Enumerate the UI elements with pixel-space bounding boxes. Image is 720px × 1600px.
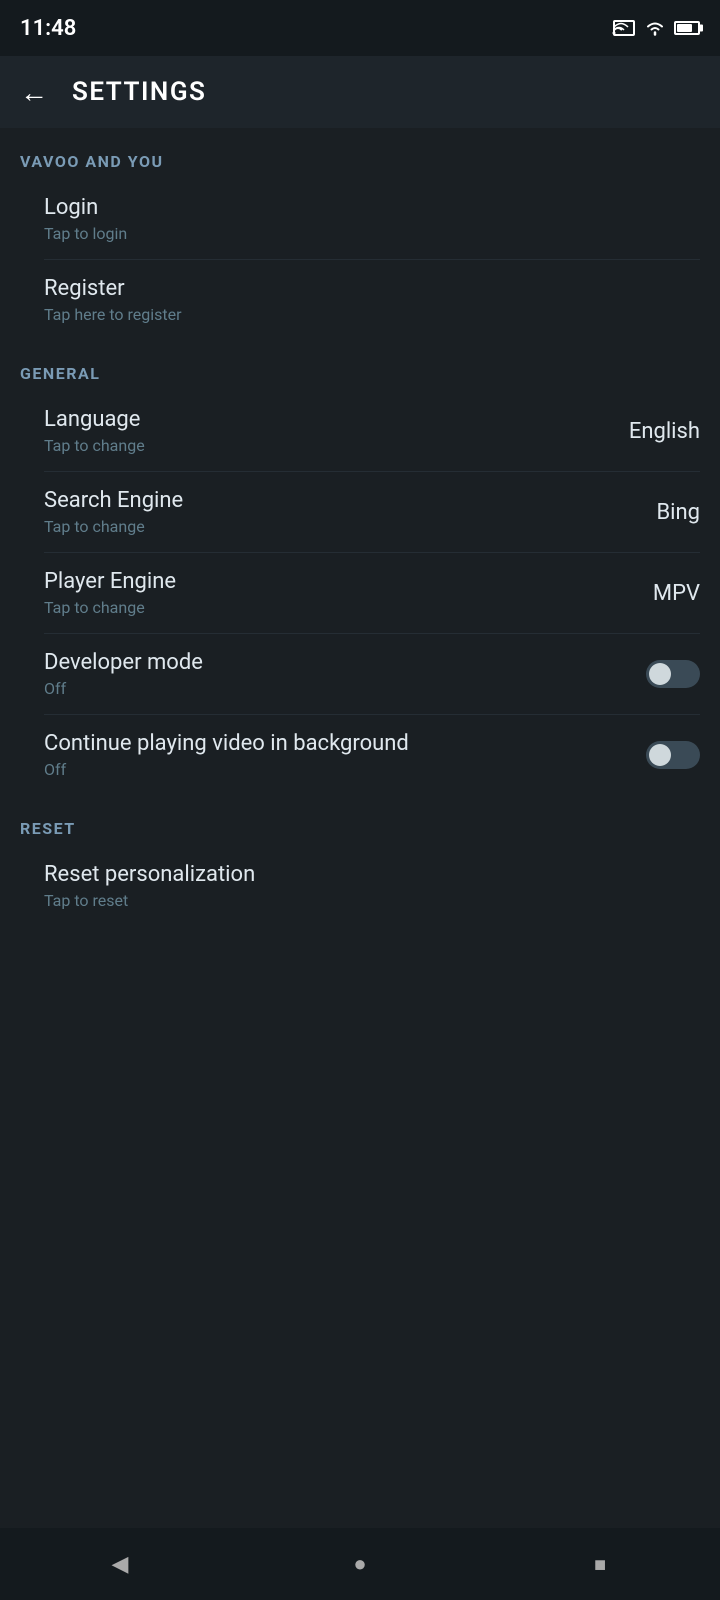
nav-recent-icon: ■ [594, 1552, 606, 1577]
battery-icon [674, 21, 700, 35]
item-title-developer-mode: Developer mode [44, 650, 203, 675]
item-title-language: Language [44, 407, 145, 432]
item-title-search-engine: Search Engine [44, 488, 183, 513]
item-left-continue-playing: Continue playing video in background Off [44, 731, 409, 779]
item-left-language: Language Tap to change [44, 407, 145, 455]
nav-back-button[interactable]: ◀ [80, 1528, 160, 1600]
status-icons [612, 19, 700, 37]
item-subtitle-developer-mode: Off [44, 679, 203, 698]
item-value-language: English [629, 419, 700, 444]
section-header-general: GENERAL [0, 340, 720, 391]
page-title: SETTINGS [72, 77, 206, 107]
item-subtitle-search-engine: Tap to change [44, 517, 183, 536]
item-subtitle-reset-personalization: Tap to reset [44, 891, 255, 910]
wifi-icon [644, 20, 666, 36]
bottom-nav: ◀ ● ■ [0, 1528, 720, 1600]
toolbar: ← SETTINGS [0, 56, 720, 128]
item-title-register: Register [44, 276, 182, 301]
item-left-developer-mode: Developer mode Off [44, 650, 203, 698]
item-subtitle-continue-playing: Off [44, 760, 409, 779]
section-header-reset: RESET [0, 795, 720, 846]
item-subtitle-register: Tap here to register [44, 305, 182, 324]
cast-icon [612, 19, 636, 37]
item-subtitle-language: Tap to change [44, 436, 145, 455]
settings-item-register[interactable]: Register Tap here to register [0, 260, 720, 340]
settings-item-search-engine[interactable]: Search Engine Tap to change Bing [0, 472, 720, 552]
item-subtitle-login: Tap to login [44, 224, 127, 243]
item-title-player-engine: Player Engine [44, 569, 176, 594]
nav-home-button[interactable]: ● [320, 1528, 400, 1600]
toggle-developer-mode[interactable] [646, 660, 700, 688]
back-button[interactable]: ← [20, 76, 48, 109]
item-left-reset-personalization: Reset personalization Tap to reset [44, 862, 255, 910]
settings-item-continue-playing[interactable]: Continue playing video in background Off [0, 715, 720, 795]
item-title-login: Login [44, 195, 127, 220]
item-left-login: Login Tap to login [44, 195, 127, 243]
item-value-player-engine: MPV [653, 581, 700, 606]
settings-item-player-engine[interactable]: Player Engine Tap to change MPV [0, 553, 720, 633]
settings-content: VAVOO AND YOU Login Tap to login Registe… [0, 128, 720, 1528]
item-title-continue-playing: Continue playing video in background [44, 731, 409, 756]
status-time: 11:48 [20, 16, 76, 41]
item-left-register: Register Tap here to register [44, 276, 182, 324]
item-subtitle-player-engine: Tap to change [44, 598, 176, 617]
toggle-knob-developer-mode [649, 663, 671, 685]
toggle-continue-playing[interactable] [646, 741, 700, 769]
section-header-vavoo: VAVOO AND YOU [0, 128, 720, 179]
settings-item-developer-mode[interactable]: Developer mode Off [0, 634, 720, 714]
toggle-knob-continue-playing [649, 744, 671, 766]
nav-home-icon: ● [353, 1551, 366, 1577]
nav-back-icon: ◀ [112, 1552, 129, 1577]
item-value-search-engine: Bing [656, 500, 700, 525]
nav-recent-button[interactable]: ■ [560, 1528, 640, 1600]
settings-item-login[interactable]: Login Tap to login [0, 179, 720, 259]
item-left-player-engine: Player Engine Tap to change [44, 569, 176, 617]
item-title-reset-personalization: Reset personalization [44, 862, 255, 887]
item-left-search-engine: Search Engine Tap to change [44, 488, 183, 536]
settings-item-language[interactable]: Language Tap to change English [0, 391, 720, 471]
settings-item-reset-personalization[interactable]: Reset personalization Tap to reset [0, 846, 720, 926]
status-bar: 11:48 [0, 0, 720, 56]
